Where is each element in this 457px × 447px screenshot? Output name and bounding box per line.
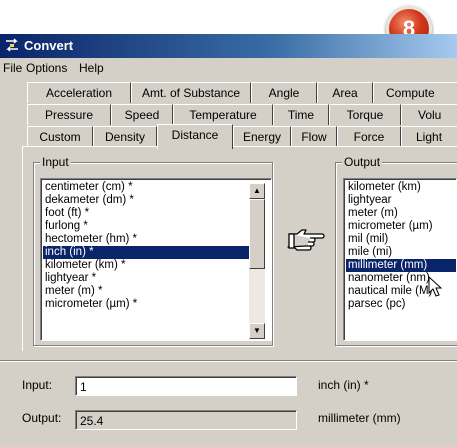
separator xyxy=(0,360,457,362)
input-label: Input: xyxy=(22,378,53,392)
list-item[interactable]: meter (m) xyxy=(346,207,456,220)
scroll-up-button[interactable]: ▲ xyxy=(249,183,265,199)
list-item[interactable]: mil (mil) xyxy=(346,233,456,246)
tab-torque[interactable]: Torque xyxy=(329,104,401,125)
tab-temperature[interactable]: Temperature xyxy=(173,104,273,125)
tab-row-3: Custom Density Distance Energy Flow Forc… xyxy=(27,124,457,149)
input-unit-list[interactable]: centimeter (cm) * dekameter (dm) * foot … xyxy=(40,178,272,341)
list-item[interactable]: kilometer (km) xyxy=(346,181,456,194)
list-item-selected[interactable]: millimeter (mm) xyxy=(346,259,456,272)
tab-compute[interactable]: Compute xyxy=(373,82,457,103)
tab-custom[interactable]: Custom xyxy=(27,126,93,147)
convert-window: 8 Convert File Options Help Acceleration… xyxy=(0,0,457,447)
tab-flow[interactable]: Flow xyxy=(291,126,337,147)
tab-energy[interactable]: Energy xyxy=(233,126,291,147)
list-item[interactable]: micrometer (µm) xyxy=(346,220,456,233)
tab-density[interactable]: Density xyxy=(93,126,157,147)
output-label: Output: xyxy=(22,411,62,425)
output-unit-list[interactable]: kilometer (km) lightyear meter (m) micro… xyxy=(343,178,457,341)
tab-area[interactable]: Area xyxy=(317,82,373,103)
tab-amt-of-substance[interactable]: Amt. of Substance xyxy=(131,82,251,103)
menu-file[interactable]: File xyxy=(3,61,22,75)
list-item[interactable]: parsec (pc) xyxy=(346,298,456,311)
tab-volume[interactable]: Volu xyxy=(401,104,457,125)
tab-acceleration[interactable]: Acceleration xyxy=(27,82,131,103)
input-group-label: Input xyxy=(40,155,71,169)
tab-row-1: Acceleration Amt. of Substance Angle Are… xyxy=(27,82,457,103)
scroll-down-button[interactable]: ▼ xyxy=(249,323,265,339)
input-unit-label: inch (in) * xyxy=(318,378,369,392)
mouse-cursor-icon xyxy=(428,276,443,297)
tab-row-2: Pressure Speed Temperature Time Torque V… xyxy=(27,104,457,125)
list-item[interactable]: hectometer (hm) * xyxy=(43,233,253,246)
list-item[interactable]: dekameter (dm) * xyxy=(43,194,253,207)
output-value-field: 25.4 xyxy=(75,410,297,430)
convert-app-icon xyxy=(6,38,18,52)
list-item[interactable]: furlong * xyxy=(43,220,253,233)
list-item[interactable]: foot (ft) * xyxy=(43,207,253,220)
output-unit-label: millimeter (mm) xyxy=(318,411,401,425)
tab-distance[interactable]: Distance xyxy=(157,124,233,149)
input-list-items: centimeter (cm) * dekameter (dm) * foot … xyxy=(43,181,253,311)
list-item[interactable]: lightyear * xyxy=(43,272,253,285)
title-bar[interactable]: Convert xyxy=(0,34,457,58)
list-item[interactable]: centimeter (cm) * xyxy=(43,181,253,194)
tab-angle[interactable]: Angle xyxy=(251,82,317,103)
input-scrollbar[interactable]: ▲ ▼ xyxy=(249,183,265,339)
list-item[interactable]: micrometer (µm) * xyxy=(43,298,253,311)
pointing-hand-icon xyxy=(287,229,325,251)
scroll-thumb[interactable] xyxy=(249,199,265,269)
menu-bar: File Options Help xyxy=(0,58,457,78)
list-item-selected[interactable]: inch (in) * xyxy=(43,246,253,259)
input-value-field[interactable]: 1 xyxy=(75,376,297,396)
output-group-label: Output xyxy=(342,155,383,169)
list-item[interactable]: meter (m) * xyxy=(43,285,253,298)
window-title: Convert xyxy=(24,38,74,53)
tab-pressure[interactable]: Pressure xyxy=(27,104,111,125)
menu-help[interactable]: Help xyxy=(79,61,104,75)
list-item[interactable]: lightyear xyxy=(346,194,456,207)
tab-time[interactable]: Time xyxy=(273,104,329,125)
list-item[interactable]: kilometer (km) * xyxy=(43,259,253,272)
list-item[interactable]: mile (mi) xyxy=(346,246,456,259)
tab-speed[interactable]: Speed xyxy=(111,104,173,125)
tab-light[interactable]: Light xyxy=(401,126,457,147)
menu-options[interactable]: Options xyxy=(26,61,67,75)
tab-force[interactable]: Force xyxy=(337,126,401,147)
